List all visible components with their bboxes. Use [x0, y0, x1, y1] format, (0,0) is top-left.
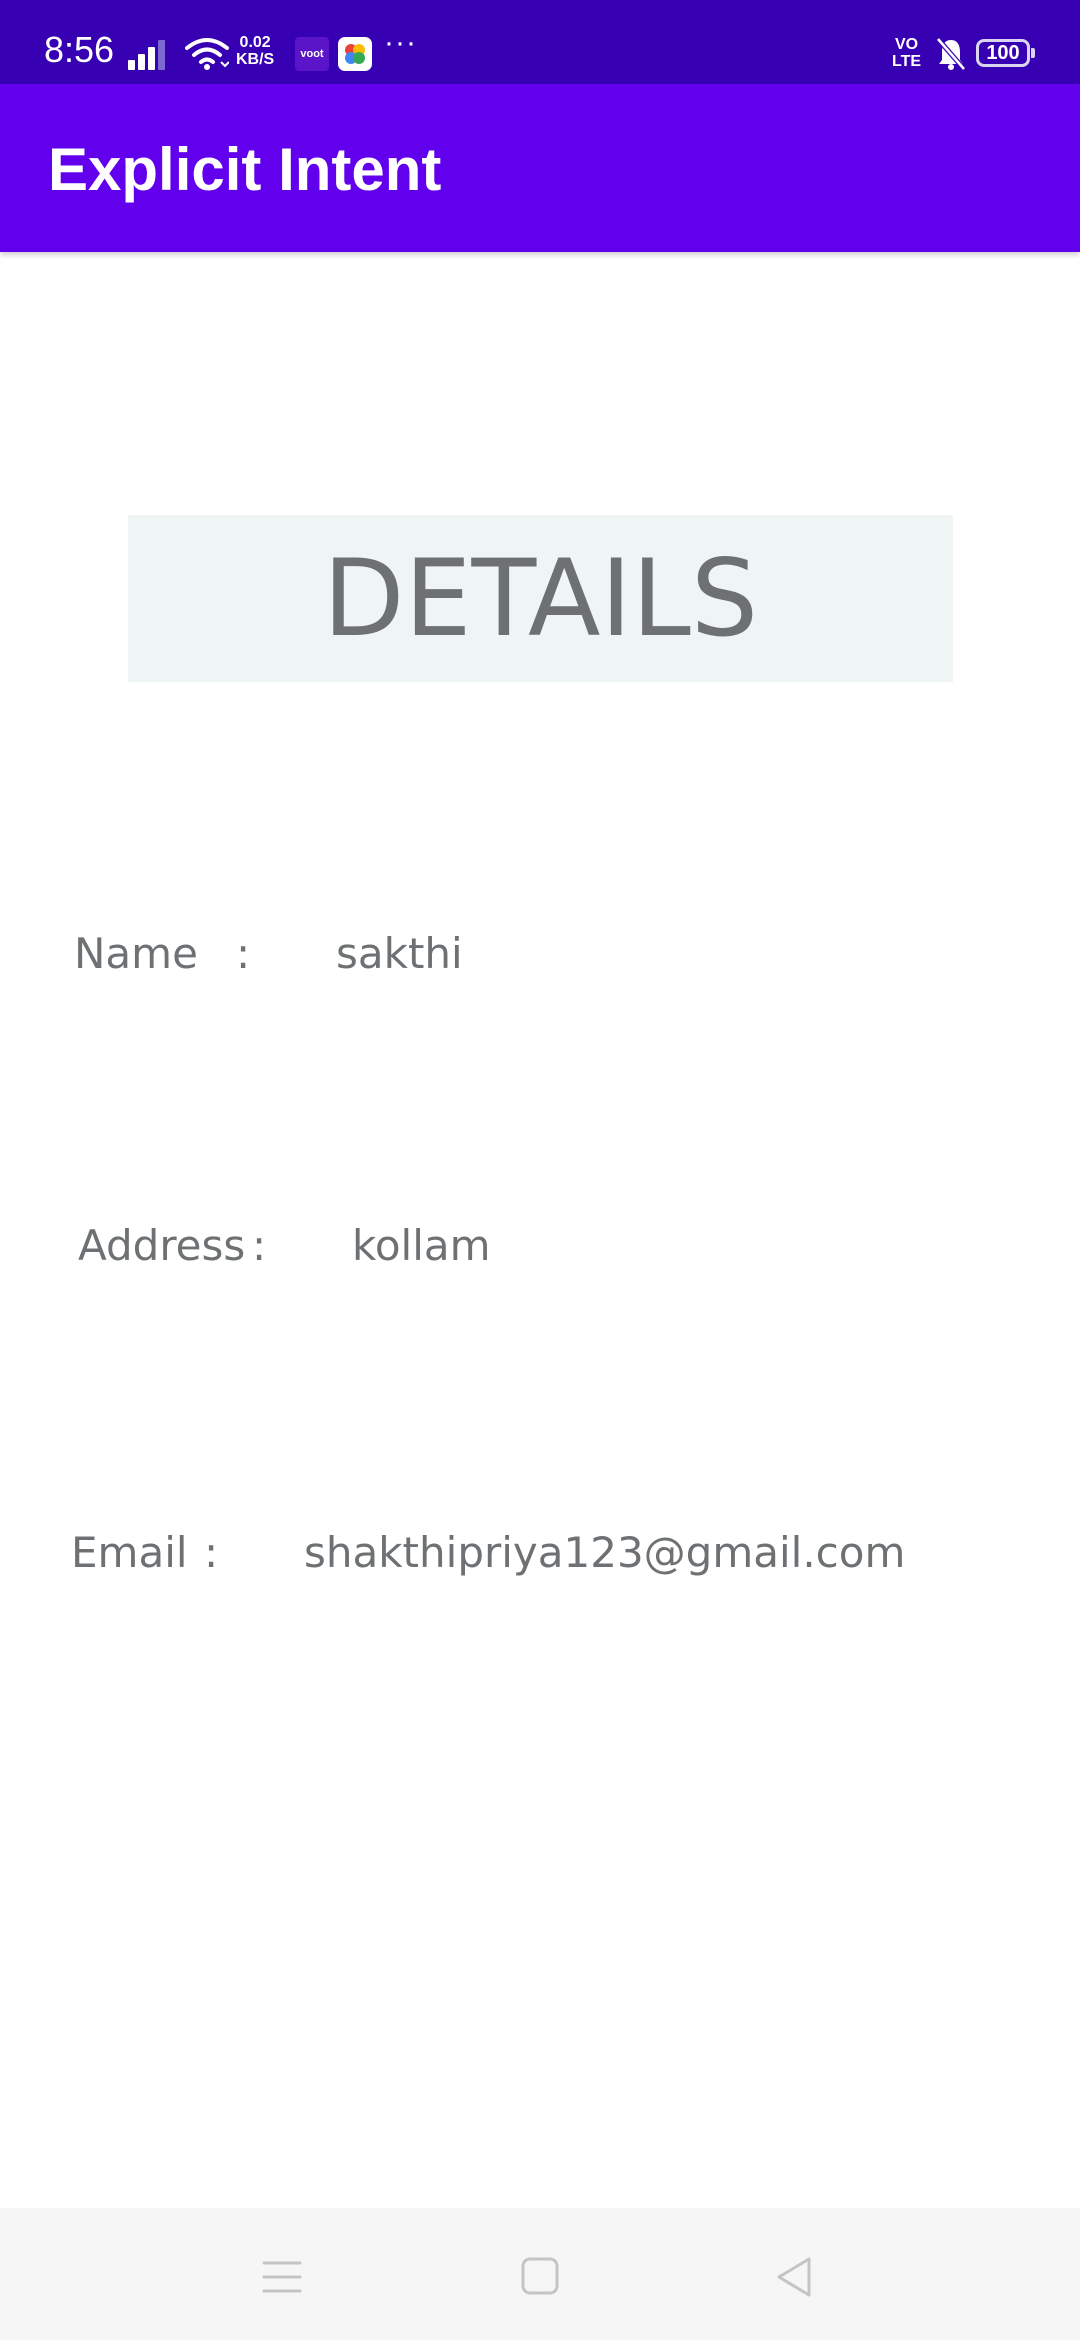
- menu-icon[interactable]: [262, 2260, 302, 2294]
- volte-icon: VO LTE: [892, 36, 921, 70]
- app-title: Explicit Intent: [48, 136, 442, 203]
- network-speed-value: 0.02: [239, 34, 271, 51]
- email-separator: :: [204, 1528, 219, 1577]
- details-header: DETAILS: [128, 515, 953, 682]
- volte-bottom-label: LTE: [892, 53, 922, 70]
- photos-app-icon: [338, 37, 372, 71]
- app-bar: Explicit Intent: [0, 84, 1080, 252]
- name-label: Name: [74, 929, 198, 978]
- address-value: kollam: [352, 1221, 491, 1270]
- voot-app-icon: voot: [295, 37, 329, 71]
- signal-icon: [128, 40, 165, 70]
- network-speed: 0.02 KB/S: [236, 34, 274, 68]
- battery-icon: 100: [976, 39, 1035, 67]
- network-speed-unit: KB/S: [236, 51, 275, 68]
- status-time: 8:56: [44, 29, 115, 70]
- details-header-text: DETAILS: [322, 537, 759, 660]
- name-separator: :: [236, 929, 251, 978]
- volte-top-label: VO: [894, 36, 919, 53]
- name-value: sakthi: [336, 929, 463, 978]
- status-bar: 8:56 0.02 KB/S voot ··· VO LTE 100: [0, 0, 1080, 84]
- wifi-icon: [185, 38, 229, 70]
- home-icon[interactable]: [521, 2257, 559, 2295]
- back-icon[interactable]: [775, 2256, 813, 2298]
- email-label: Email: [71, 1528, 188, 1577]
- more-dots-icon: ···: [384, 26, 417, 59]
- bell-muted-icon: [936, 37, 966, 71]
- address-label: Address: [78, 1221, 246, 1270]
- address-separator: :: [252, 1221, 267, 1270]
- navigation-bar: [0, 2208, 1080, 2340]
- email-value: shakthipriya123@gmail.com: [304, 1528, 906, 1577]
